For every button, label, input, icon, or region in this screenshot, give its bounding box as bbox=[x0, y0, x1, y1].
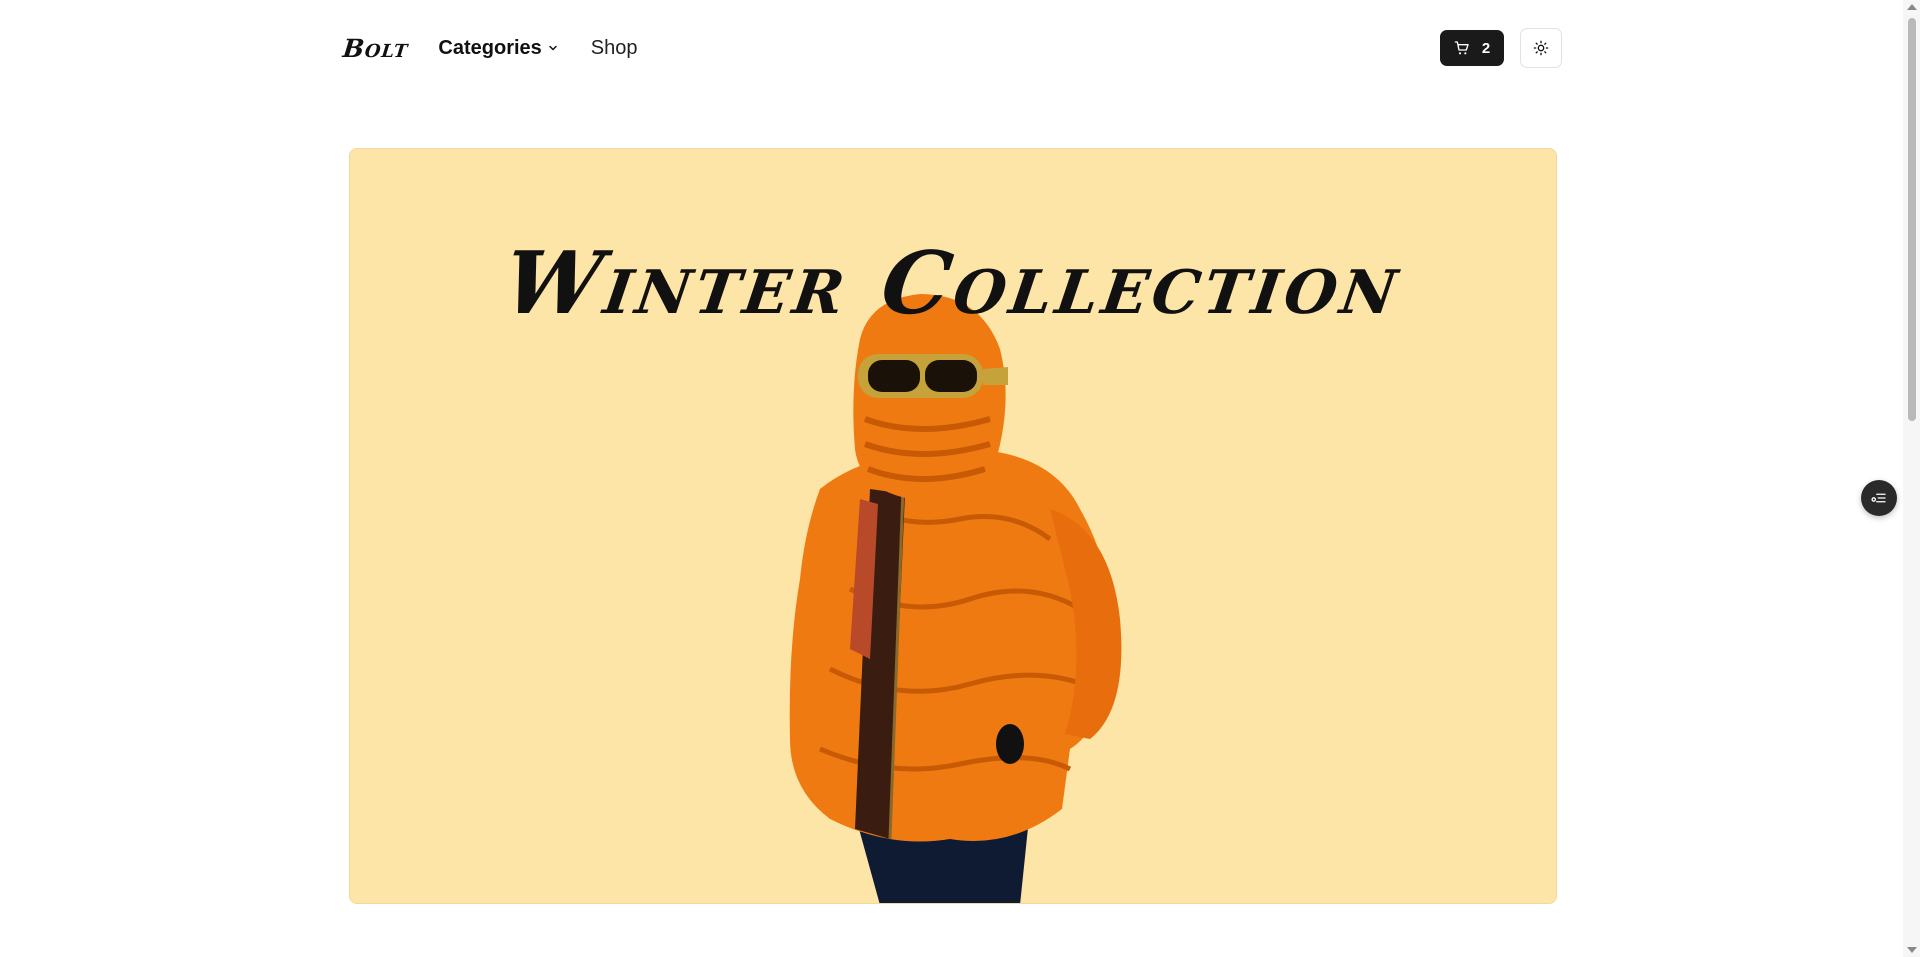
scroll-up-arrow-icon[interactable] bbox=[1907, 4, 1917, 10]
scroll-down-arrow-icon[interactable] bbox=[1907, 947, 1917, 953]
chevron-down-icon bbox=[549, 45, 557, 51]
nav-categories-label: Categories bbox=[438, 36, 542, 59]
page: Bolt Categories Shop 2 Winter Collection bbox=[0, 0, 1920, 957]
cart-count: 2 bbox=[1481, 39, 1491, 57]
hero-banner[interactable]: Winter Collection bbox=[349, 148, 1557, 904]
nav-categories-dropdown[interactable]: Categories bbox=[438, 37, 557, 60]
site-header: Bolt Categories Shop 2 bbox=[341, 27, 1562, 69]
cart-button[interactable]: 2 bbox=[1440, 30, 1504, 66]
cart-icon bbox=[1454, 41, 1469, 55]
scrollbar-thumb[interactable] bbox=[1908, 18, 1916, 421]
vertical-scrollbar[interactable] bbox=[1903, 0, 1920, 957]
sun-icon bbox=[1533, 40, 1549, 56]
nav-shop-link[interactable]: Shop bbox=[591, 37, 638, 60]
filter-settings-icon bbox=[1871, 493, 1886, 503]
theme-toggle-button[interactable] bbox=[1520, 28, 1562, 68]
floating-filter-button[interactable] bbox=[1861, 480, 1897, 516]
logo[interactable]: Bolt bbox=[341, 34, 409, 63]
hero-title: Winter Collection bbox=[497, 233, 1409, 334]
